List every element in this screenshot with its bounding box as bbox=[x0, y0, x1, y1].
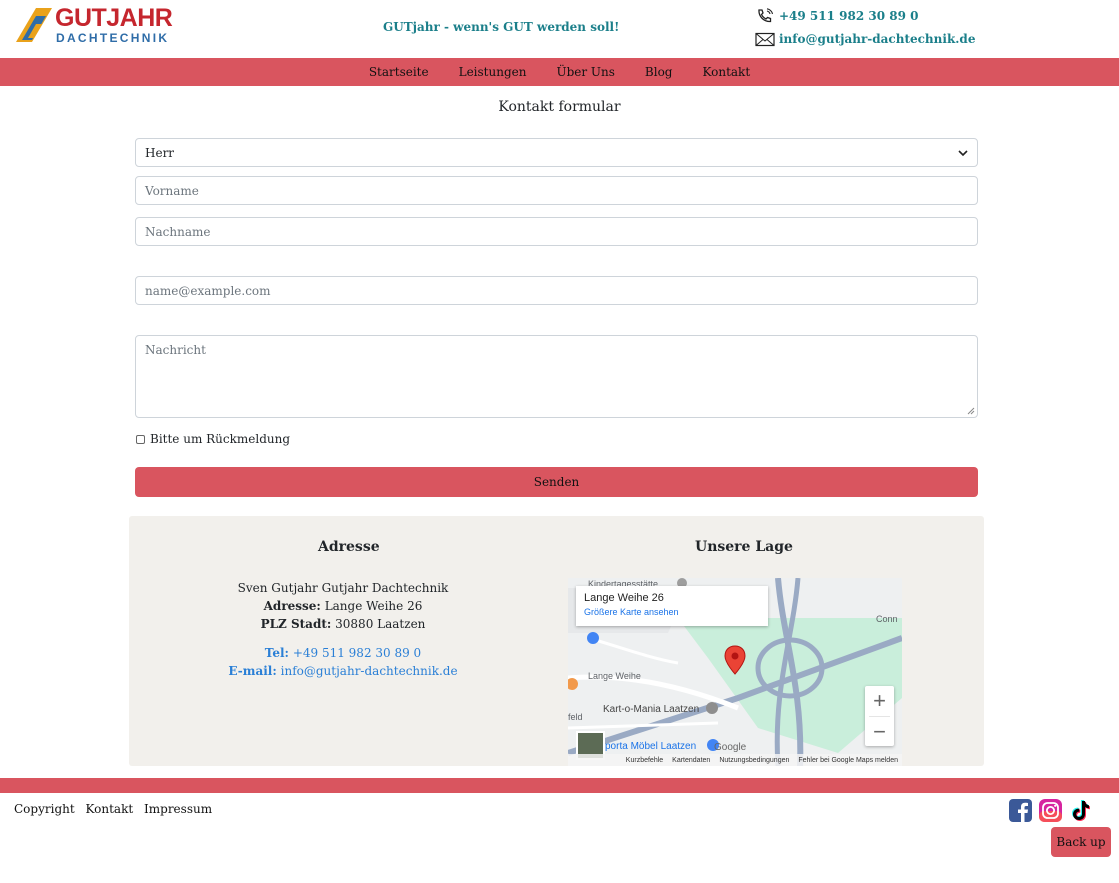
street-line: Adresse: Lange Weihe 26 bbox=[172, 597, 514, 615]
city-value: 30880 Laatzen bbox=[335, 617, 426, 631]
map-pin-icon[interactable] bbox=[724, 645, 746, 675]
lastname-input[interactable]: Nachname bbox=[135, 217, 978, 246]
footer-links: Copyright Kontakt Impressum bbox=[14, 802, 219, 816]
lastname-placeholder: Nachname bbox=[145, 224, 211, 239]
email-input[interactable]: name@example.com bbox=[135, 276, 978, 305]
mail-icon bbox=[755, 32, 775, 47]
street-label: Adresse: bbox=[263, 599, 321, 613]
address-block: Sven Gutjahr Gutjahr Dachtechnik Adresse… bbox=[172, 579, 514, 680]
footer-link-impressum[interactable]: Impressum bbox=[144, 802, 212, 816]
back-up-button[interactable]: Back up bbox=[1051, 827, 1111, 857]
callback-label: Bitte um Rückmeldung bbox=[150, 432, 291, 446]
resize-handle-icon[interactable] bbox=[967, 407, 975, 415]
email-placeholder: name@example.com bbox=[145, 283, 271, 298]
map-footer-shortcuts[interactable]: Kurzbefehle bbox=[626, 757, 663, 764]
street-value: Lange Weihe 26 bbox=[324, 599, 423, 613]
tel-value[interactable]: +49 511 982 30 89 0 bbox=[293, 646, 421, 660]
message-placeholder: Nachricht bbox=[145, 343, 206, 357]
mail-label: E-mail: bbox=[228, 664, 277, 678]
firstname-input[interactable]: Vorname bbox=[135, 176, 978, 205]
logo-subtitle: DACHTECHNIK bbox=[56, 31, 170, 45]
header-phone-text: +49 511 982 30 89 0 bbox=[779, 9, 919, 23]
nav-item-kontakt[interactable]: Kontakt bbox=[702, 65, 750, 79]
phone-icon bbox=[758, 8, 774, 23]
logo-mark-icon bbox=[16, 8, 52, 42]
nav-item-startseite[interactable]: Startseite bbox=[369, 65, 429, 79]
callback-checkbox[interactable] bbox=[136, 434, 145, 444]
header-phone[interactable]: +49 511 982 30 89 0 bbox=[755, 8, 919, 24]
site-header: GUTJAHR DACHTECHNIK GUTjahr - wenn's GUT… bbox=[0, 0, 1119, 58]
map-footer-report[interactable]: Fehler bei Google Maps melden bbox=[798, 757, 898, 764]
map-label-kart: Kart-o-Mania Laatzen bbox=[603, 704, 700, 715]
city-label: PLZ Stadt: bbox=[260, 617, 332, 631]
company-name: Sven Gutjahr Gutjahr Dachtechnik bbox=[237, 581, 449, 595]
map-label-porta: porta Möbel Laatzen bbox=[605, 741, 697, 752]
zoom-in-button[interactable]: + bbox=[865, 686, 894, 716]
map-place-card: Lange Weihe 26 Größere Karte ansehen bbox=[576, 586, 768, 626]
address-heading: Adresse bbox=[318, 539, 380, 555]
tiktok-icon[interactable] bbox=[1069, 799, 1092, 822]
map-label-street: Lange Weihe bbox=[588, 671, 641, 681]
map-footer-mapdata[interactable]: Kartendaten bbox=[672, 757, 710, 764]
nav-item-blog[interactable]: Blog bbox=[645, 65, 673, 79]
map-place-name: Lange Weihe 26 bbox=[584, 592, 664, 604]
mail-line[interactable]: E-mail: info@gutjahr-dachtechnik.de bbox=[172, 662, 514, 680]
location-heading: Unsere Lage bbox=[695, 539, 793, 555]
header-email-text: info@gutjahr-dachtechnik.de bbox=[779, 32, 976, 46]
map-label-conn: Conn bbox=[876, 614, 898, 624]
form-title: Kontakt formular bbox=[498, 99, 621, 115]
nav-item-ueber-uns[interactable]: Über Uns bbox=[556, 65, 614, 79]
info-section: Adresse Unsere Lage Sven Gutjahr Gutjahr… bbox=[129, 516, 984, 766]
footer-link-copyright[interactable]: Copyright bbox=[14, 802, 75, 816]
tel-label: Tel: bbox=[264, 646, 289, 660]
chevron-down-icon bbox=[958, 149, 968, 156]
mail-value[interactable]: info@gutjahr-dachtechnik.de bbox=[281, 664, 458, 678]
tagline: GUTjahr - wenn's GUT werden soll! bbox=[383, 20, 620, 34]
company-logo[interactable]: GUTJAHR DACHTECHNIK bbox=[14, 4, 173, 46]
send-button[interactable]: Senden bbox=[135, 467, 978, 497]
footer-link-kontakt[interactable]: Kontakt bbox=[86, 802, 134, 816]
instagram-icon[interactable] bbox=[1039, 799, 1062, 822]
map-footer: Kurzbefehle Kartendaten Nutzungsbedingun… bbox=[568, 754, 902, 766]
zoom-out-button[interactable]: − bbox=[865, 717, 894, 747]
callback-checkbox-row[interactable]: Bitte um Rückmeldung bbox=[136, 432, 290, 446]
firstname-placeholder: Vorname bbox=[145, 183, 199, 198]
google-logo: Google bbox=[714, 742, 747, 753]
nav-item-leistungen[interactable]: Leistungen bbox=[459, 65, 527, 79]
footer-bar bbox=[0, 778, 1119, 793]
map-footer-terms[interactable]: Nutzungsbedingungen bbox=[719, 757, 789, 764]
salutation-select[interactable]: Herr bbox=[135, 138, 978, 167]
larger-map-link[interactable]: Größere Karte ansehen bbox=[584, 607, 760, 617]
salutation-value: Herr bbox=[145, 145, 175, 160]
facebook-icon[interactable] bbox=[1009, 799, 1032, 822]
main-navigation: Startseite Leistungen Über Uns Blog Kont… bbox=[0, 58, 1119, 86]
tel-line[interactable]: Tel: +49 511 982 30 89 0 bbox=[172, 644, 514, 662]
message-textarea[interactable]: Nachricht bbox=[135, 335, 978, 418]
embedded-map[interactable]: Kindertagesstätte Lange Weihe Kart-o-Man… bbox=[568, 578, 902, 766]
map-zoom-controls: + − bbox=[865, 686, 894, 746]
city-line: PLZ Stadt: 30880 Laatzen bbox=[172, 615, 514, 633]
header-email[interactable]: info@gutjahr-dachtechnik.de bbox=[755, 31, 975, 47]
map-label-feld: feld bbox=[568, 712, 583, 722]
logo-name: GUTJAHR bbox=[55, 4, 173, 32]
